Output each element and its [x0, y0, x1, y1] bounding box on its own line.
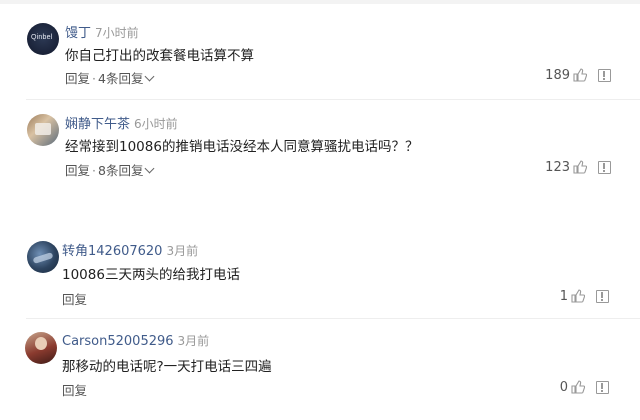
avatar[interactable] — [27, 114, 59, 146]
author-name[interactable]: 馒丁 — [65, 26, 91, 41]
comment-author[interactable]: Carson52005296 3月前 — [62, 332, 209, 349]
like-count: 0 — [559, 380, 568, 395]
separator-dot: · — [92, 163, 96, 178]
view-replies-button[interactable]: 8条回复 — [98, 163, 155, 178]
thumbs-up-icon[interactable] — [573, 160, 587, 174]
avatar[interactable] — [27, 241, 59, 273]
author-name[interactable]: 转角142607620 — [62, 244, 162, 259]
reply-button[interactable]: 回复 — [65, 163, 90, 178]
like-count: 189 — [545, 68, 570, 83]
reply-button[interactable]: 回复 — [62, 292, 87, 307]
report-icon[interactable] — [596, 290, 609, 303]
author-name[interactable]: 娴静下午茶 — [65, 117, 130, 132]
author-name[interactable]: Carson52005296 — [62, 334, 174, 349]
comment-actions: 回复 — [62, 289, 87, 308]
comment-time: 6小时前 — [134, 117, 178, 131]
like-count: 1 — [559, 289, 568, 304]
report-icon[interactable] — [598, 161, 611, 174]
reply-button[interactable]: 回复 — [62, 383, 87, 398]
comment-text: 你自己打出的改套餐电话算不算 — [65, 48, 254, 64]
comment-text: 那移动的电话呢?一天打电话三四遍 — [62, 359, 272, 375]
report-icon[interactable] — [596, 381, 609, 394]
avatar-text: Qinbel — [31, 34, 53, 41]
comment-author[interactable]: 娴静下午茶 6小时前 — [65, 113, 178, 132]
comment-actions: 回复 — [62, 380, 87, 399]
comment-time: 3月前 — [166, 244, 199, 258]
thumbs-up-icon[interactable] — [571, 380, 585, 394]
separator-dot: · — [92, 71, 96, 86]
comment-author[interactable]: 馒丁 7小时前 — [65, 22, 139, 41]
comment-item: Carson52005296 3月前 那移动的电话呢?一天打电话三四遍 回复 0 — [0, 319, 640, 419]
comment-item: Qinbel 馒丁 7小时前 你自己打出的改套餐电话算不算 回复 · 4条回复 189 — [0, 0, 640, 100]
comment-text: 10086三天两头的给我打电话 — [62, 267, 240, 283]
like-count: 123 — [545, 160, 570, 175]
comment-time: 7小时前 — [95, 26, 139, 40]
avatar[interactable]: Qinbel — [27, 23, 59, 55]
comment-author[interactable]: 转角142607620 3月前 — [62, 240, 198, 259]
avatar[interactable] — [25, 332, 57, 364]
comment-item: 娴静下午茶 6小时前 经常接到10086的推销电话没经本人同意算骚扰电话吗？？ 回… — [0, 100, 640, 200]
replies-count-label: 8条回复 — [98, 163, 144, 178]
thumbs-up-icon[interactable] — [573, 68, 587, 82]
comment-item: 转角142607620 3月前 10086三天两头的给我打电话 回复 1 — [0, 230, 640, 330]
comment-actions: 回复 · 4条回复 — [65, 68, 155, 87]
replies-count-label: 4条回复 — [98, 71, 144, 86]
comment-actions: 回复 · 8条回复 — [65, 160, 155, 179]
view-replies-button[interactable]: 4条回复 — [98, 71, 155, 86]
chevron-down-icon — [145, 163, 155, 174]
report-icon[interactable] — [598, 69, 611, 82]
comment-text: 经常接到10086的推销电话没经本人同意算骚扰电话吗？？ — [65, 139, 419, 155]
reply-button[interactable]: 回复 — [65, 71, 90, 86]
comment-time: 3月前 — [177, 334, 210, 348]
thumbs-up-icon[interactable] — [571, 289, 585, 303]
chevron-down-icon — [145, 71, 155, 82]
